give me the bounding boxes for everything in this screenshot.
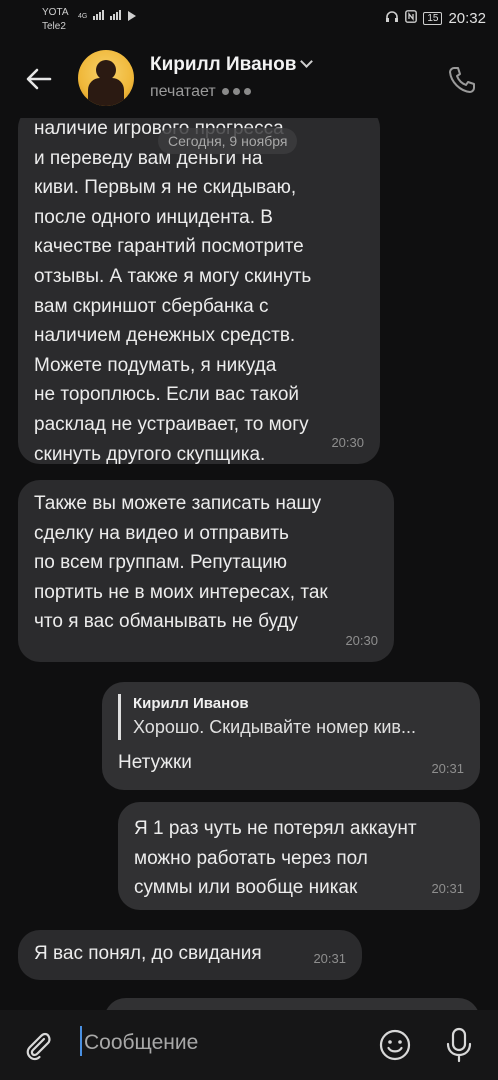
avatar-figure-body: [88, 78, 124, 106]
typing-dots-icon: [221, 88, 251, 96]
message-bubble-partial[interactable]: [104, 998, 480, 1010]
chat-header: Кирилл Иванов печатает: [0, 40, 498, 118]
message-text: наличие игрового прогресса и переведу ва…: [34, 118, 312, 465]
microphone-icon[interactable]: [442, 1026, 476, 1064]
reply-quote[interactable]: Кирилл Иванов Хорошо. Скидывайте номер к…: [118, 694, 464, 740]
contact-name[interactable]: Кирилл Иванов: [150, 54, 314, 76]
reply-text: Хорошо. Скидывайте номер кив...: [133, 717, 416, 737]
avatar[interactable]: [78, 50, 134, 106]
message-text: Я 1 раз чуть не потерял аккаунт можно ра…: [134, 818, 417, 899]
back-arrow-icon[interactable]: [22, 62, 56, 96]
avatar-figure-head: [96, 60, 116, 80]
message-time: 20:31: [431, 761, 464, 777]
message-time: 20:30: [331, 435, 364, 451]
paperclip-icon[interactable]: [22, 1030, 54, 1062]
message-input[interactable]: [82, 1024, 366, 1062]
typing-status-text: печатает: [150, 83, 216, 100]
contact-name-text: Кирилл Иванов: [150, 54, 297, 75]
message-text: Нетужки: [118, 752, 192, 773]
message-list[interactable]: Сегодня, 9 ноября наличие игрового прогр…: [0, 0, 498, 1010]
typing-status: печатает: [150, 83, 251, 101]
message-time: 20:31: [431, 881, 464, 897]
phone-icon[interactable]: [446, 64, 478, 96]
message-text: Также вы можете записать нашу сделку на …: [34, 493, 328, 633]
message-text: Я вас понял, до свидания: [34, 943, 262, 964]
message-composer: [0, 1010, 498, 1080]
message-bubble-outgoing[interactable]: Я 1 раз чуть не потерял аккаунт можно ра…: [118, 802, 480, 910]
message-time: 20:30: [345, 633, 378, 649]
message-bubble-incoming[interactable]: наличие игрового прогресса и переведу ва…: [18, 106, 380, 465]
message-bubble-incoming[interactable]: Также вы можете записать нашу сделку на …: [18, 480, 394, 662]
emoji-icon[interactable]: [378, 1028, 412, 1062]
chevron-down-icon: [300, 55, 314, 68]
date-separator: Сегодня, 9 ноября: [158, 128, 298, 154]
message-bubble-outgoing[interactable]: Кирилл Иванов Хорошо. Скидывайте номер к…: [102, 682, 480, 790]
reply-author: Кирилл Иванов: [133, 695, 249, 712]
message-time: 20:31: [313, 951, 346, 967]
message-bubble-incoming[interactable]: Я вас понял, до свидания 20:31: [18, 930, 362, 980]
